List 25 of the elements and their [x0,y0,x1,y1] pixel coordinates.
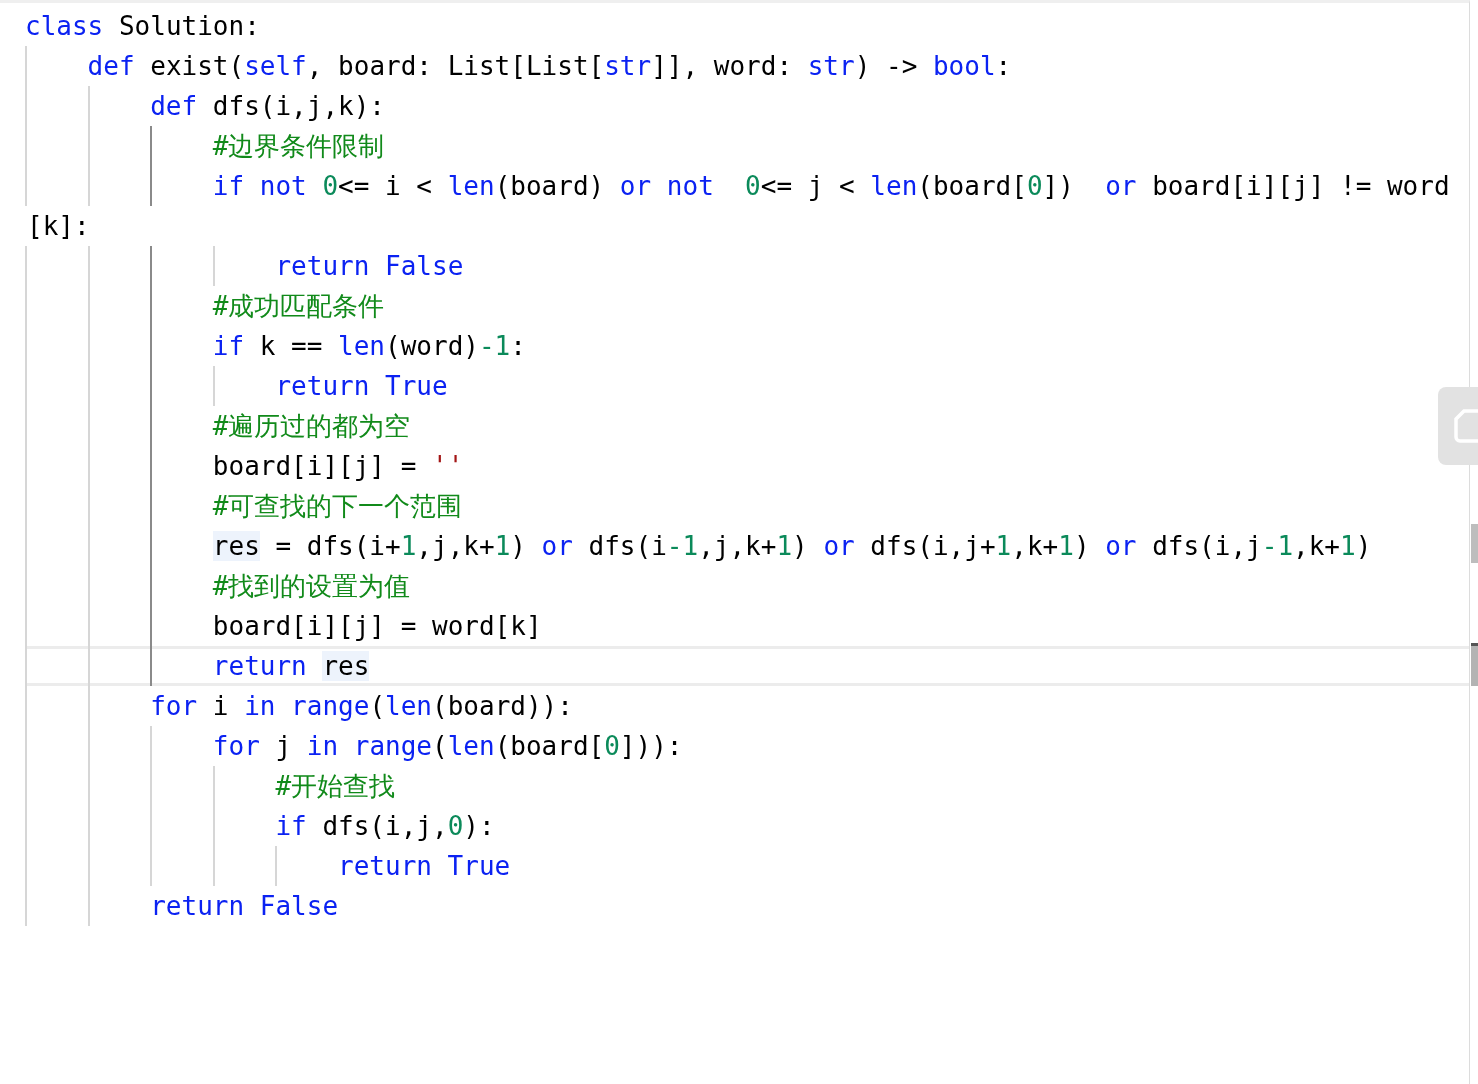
code-line: res = dfs(i+1,j,k+1) or dfs(i-1,j,k+1) or dfs(i,j+1,k+1) or dfs(i,j-1,k+1) [212,530,1372,563]
code-line: board[i][j] = '' [212,450,464,483]
code-line: #找到的设置为值 [212,570,411,603]
scrollbar-thumb[interactable] [1471,524,1478,563]
code-line: [k]: [26,210,90,243]
code-line: for i in range(len(board)): [150,690,573,723]
code-line: board[i][j] = word[k] [212,610,542,643]
code-line: if dfs(i,j,0): [275,810,495,843]
code-line: #成功匹配条件 [212,290,385,323]
code-line: return res [212,650,370,683]
code-line: for j in range(len(board[0])): [212,730,683,763]
code-line: if not 0<= i < len(board) or not 0<= j < len(board[0]) or board[i][j] != word [212,170,1450,203]
code-line: class Solution: [25,10,260,43]
code-line: return False [275,250,464,283]
code-line: #边界条件限制 [212,130,385,163]
scrollbar-thumb[interactable] [1471,643,1478,686]
code-line: #开始查找 [275,770,396,803]
code-line: return True [338,850,511,883]
code-line: def exist(self, board: List[List[str]], word: str) -> bool: [87,50,1012,83]
code-line: if k == len(word)-1: [212,330,526,363]
code-line: #遍历过的都为空 [212,410,411,443]
code-line: #可查找的下一个范围 [212,490,463,523]
code-line: def dfs(i,j,k): [150,90,386,123]
code-line: return True [275,370,448,403]
code-line: return False [150,890,339,923]
